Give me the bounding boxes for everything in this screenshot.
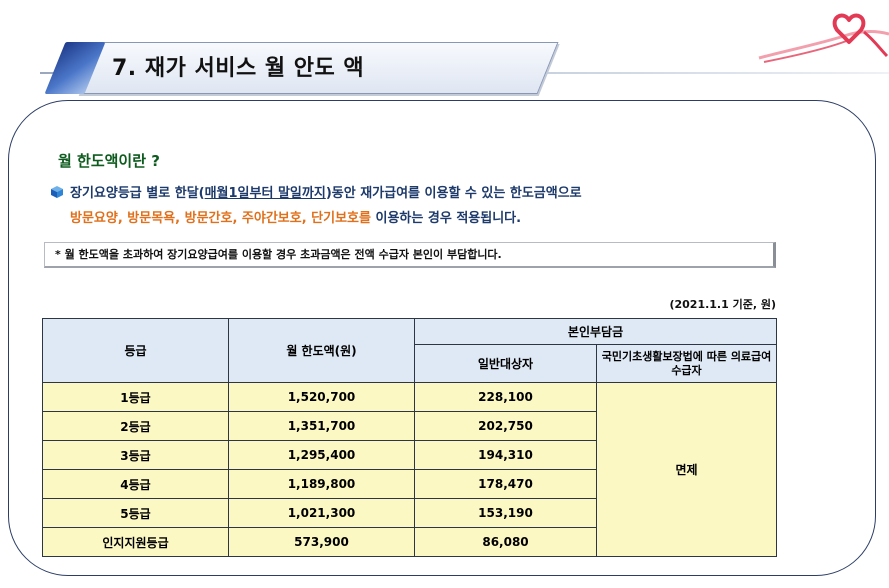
- bullet-cube-icon: [51, 186, 63, 198]
- cell-grade: 3등급: [42, 440, 229, 470]
- table-row: 1등급 1,520,700 228,100 면제: [42, 382, 778, 557]
- table-header-row: 등급 월 한도액(원) 본인부담금: [42, 318, 778, 383]
- header-monthly-limit: 월 한도액(원): [228, 318, 415, 383]
- cell-grade: 2등급: [42, 411, 229, 441]
- header-grade: 등급: [42, 318, 229, 383]
- section-title: 월 한도액이란 ?: [58, 152, 160, 170]
- cell-general: 86,080: [414, 527, 597, 557]
- cell-grade: 4등급: [42, 469, 229, 499]
- cell-general: 202,750: [414, 411, 597, 441]
- cell-general: 228,100: [414, 382, 597, 412]
- header-medical-aid: 국민기초생활보장법에 따른 의료급여 수급자: [595, 344, 778, 383]
- description-pre: 장기요양등급 별로 한달(: [70, 186, 205, 201]
- cell-limit: 1,351,700: [228, 411, 415, 441]
- description-period: 매월1일부터 말일까지: [204, 186, 326, 201]
- description-line-2: 방문요양, 방문목욕, 방문간호, 주야간보호, 단기보호를 이용하는 경우 적…: [70, 207, 521, 226]
- page-title: 7. 재가 서비스 월 안도 액: [112, 56, 365, 81]
- ribbon-heart-icon: [758, 13, 889, 63]
- cell-limit: 1,295,400: [228, 440, 415, 470]
- description-line-1: 장기요양등급 별로 한달(매월1일부터 말일까지)동안 재가급여를 이용할 수 …: [70, 182, 582, 201]
- basis-date-note: (2021.1.1 기준, 원): [669, 298, 776, 311]
- cell-grade: 인지지원등급: [42, 527, 229, 557]
- cell-general: 194,310: [414, 440, 597, 470]
- cell-limit: 573,900: [228, 527, 415, 557]
- monthly-limit-table: 등급 월 한도액(원) 본인부담금 일반대상자 국민기초생활보장법에 따른 의료…: [42, 318, 778, 557]
- cell-grade: 1등급: [42, 382, 229, 412]
- header-general: 일반대상자: [414, 344, 597, 383]
- cell-limit: 1,021,300: [228, 498, 415, 528]
- cell-grade: 5등급: [42, 498, 229, 528]
- cell-exempt: 면제: [595, 382, 778, 557]
- cell-limit: 1,520,700: [228, 382, 415, 412]
- header-copay: 본인부담금: [413, 318, 778, 345]
- description-post: )동안 재가급여를 이용할 수 있는 한도금액으로: [325, 186, 582, 201]
- notice-box: * 월 한도액을 초과하여 장기요양급여를 이용할 경우 초과금액은 전액 수급…: [44, 242, 776, 268]
- description-apply: 이용하는 경우 적용됩니다.: [370, 211, 522, 226]
- cell-general: 178,470: [414, 469, 597, 499]
- cell-limit: 1,189,800: [228, 469, 415, 499]
- service-list-highlight: 방문요양, 방문목욕, 방문간호, 주야간보호, 단기보호를: [70, 211, 371, 226]
- cell-general: 153,190: [414, 498, 597, 528]
